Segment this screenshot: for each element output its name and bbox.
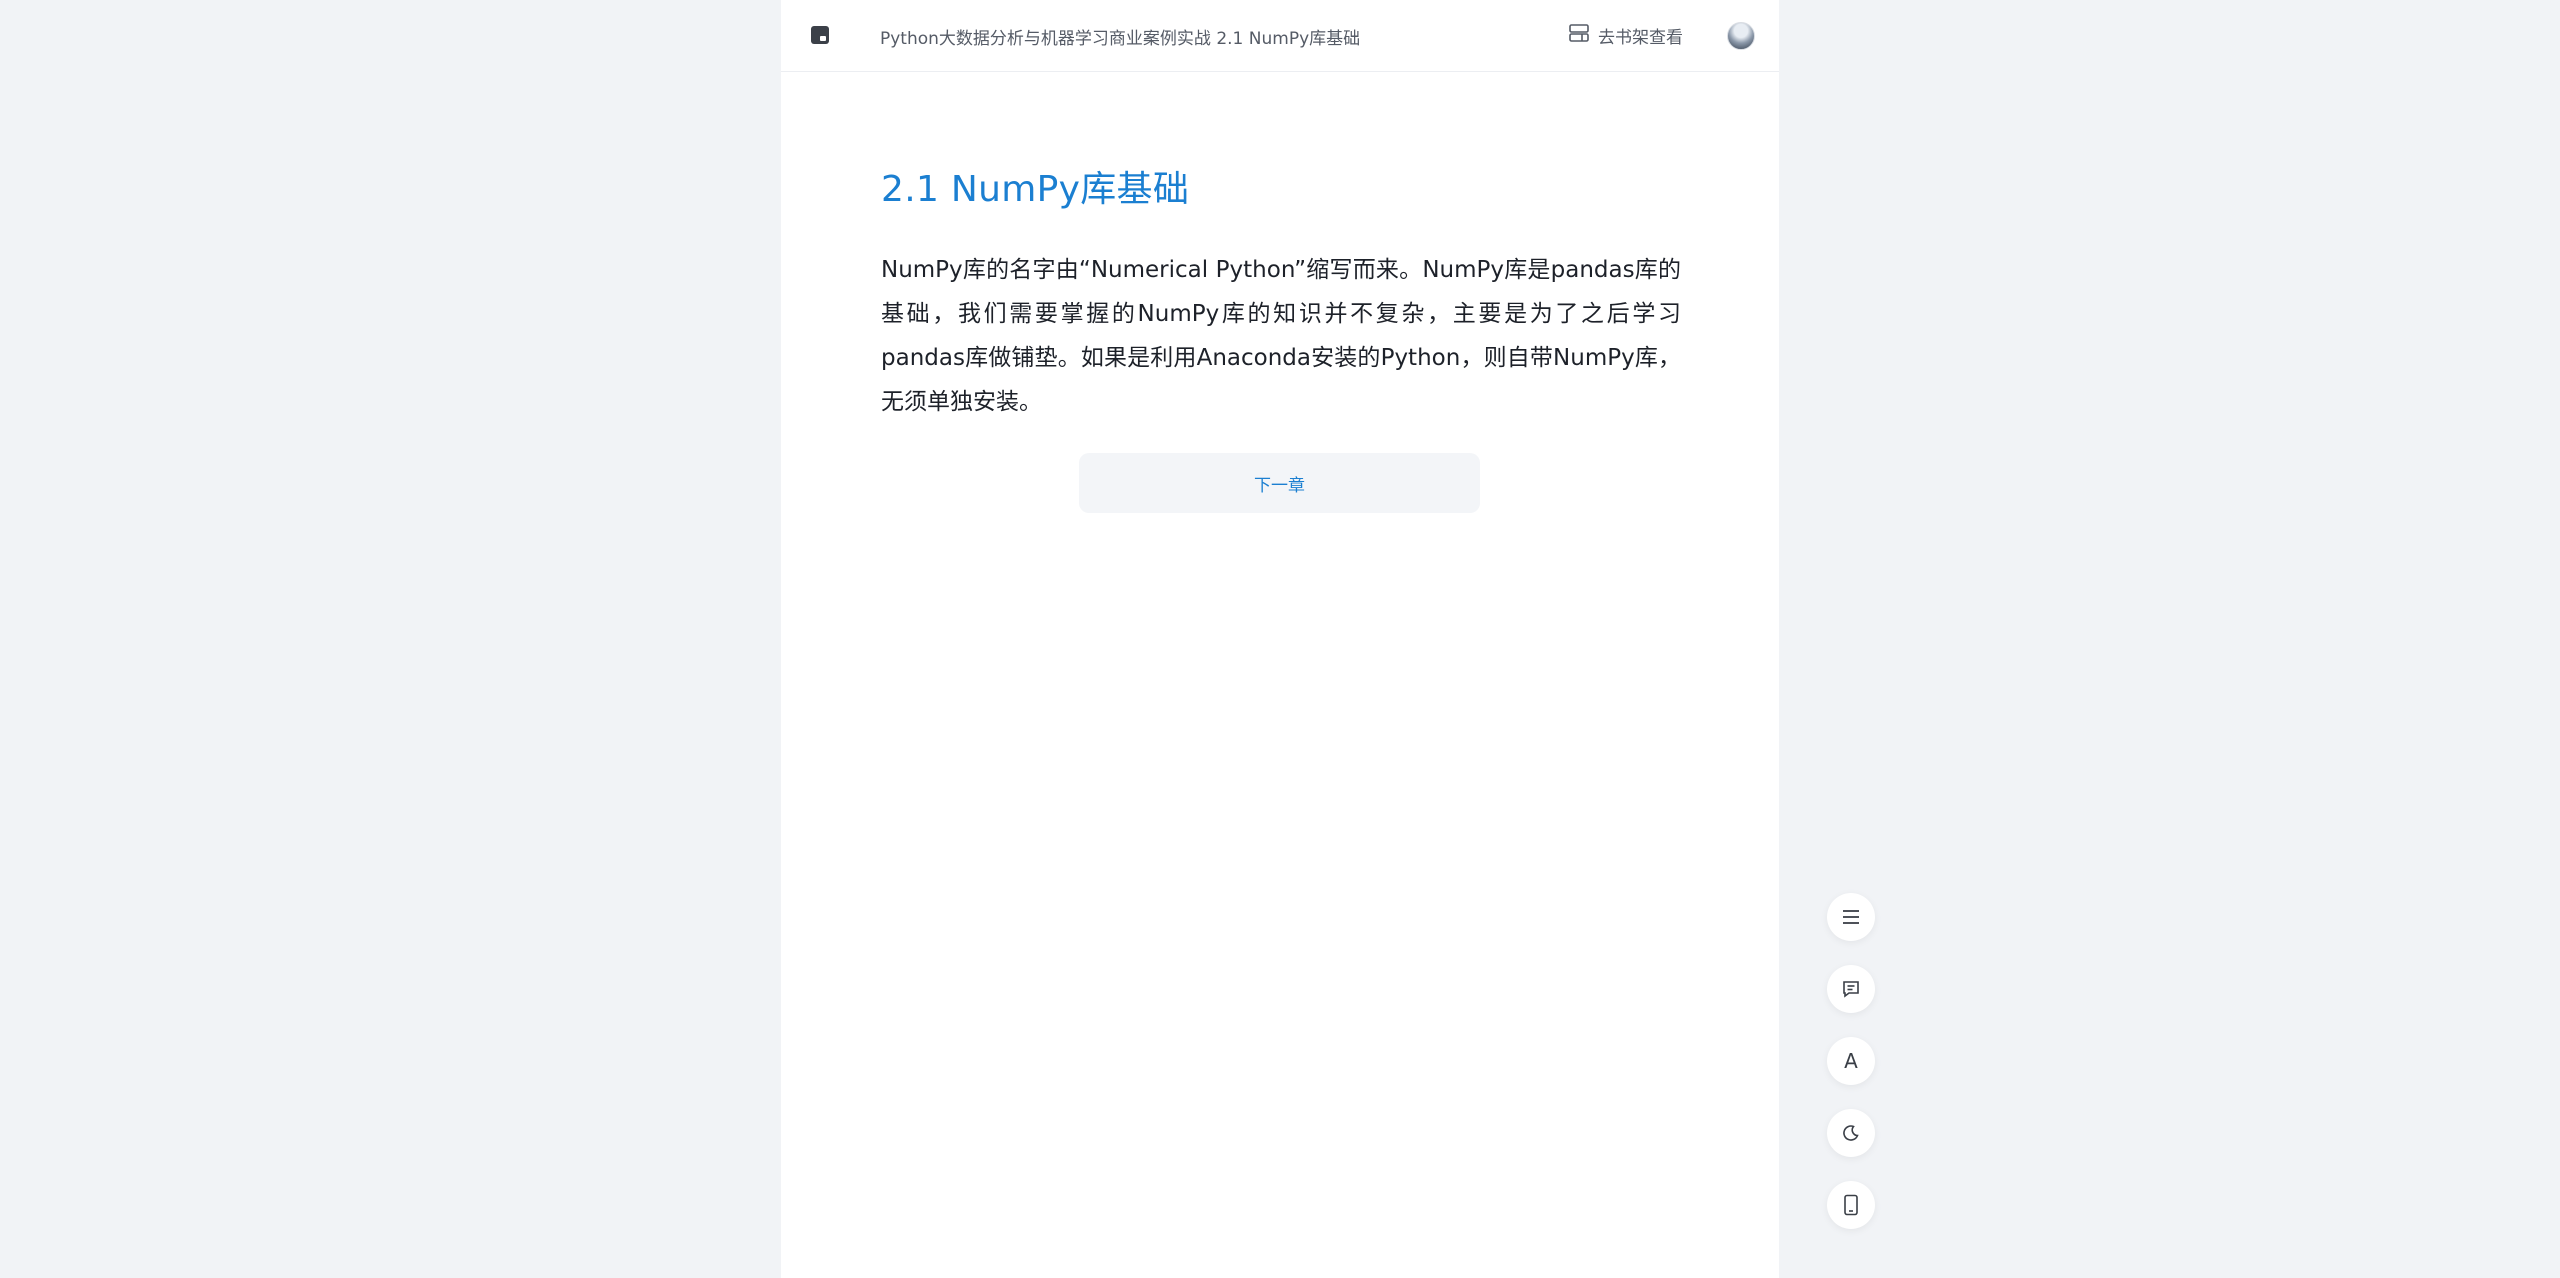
bookshelf-label: 去书架查看 <box>1598 27 1683 48</box>
chapter-content: 2.1 NumPy库基础 NumPy库的名字由“Numerical Python… <box>881 160 1681 424</box>
app-logo-icon[interactable] <box>810 25 830 45</box>
chapter-paragraph: NumPy库的名字由“Numerical Python”缩写而来。NumPy库是… <box>881 257 1681 415</box>
chapter-title: 2.1 NumPy库基础 <box>881 169 1190 210</box>
book-title: Python大数据分析与机器学习商业案例实战 2.1 NumPy库基础 <box>880 29 1361 49</box>
font-size-icon: A <box>1844 1049 1858 1073</box>
go-to-bookshelf-button[interactable]: 去书架查看 <box>1568 23 1683 48</box>
table-of-contents-button[interactable] <box>1827 893 1875 941</box>
mobile-icon <box>1843 1194 1859 1216</box>
notes-button[interactable] <box>1827 965 1875 1013</box>
top-bar: Python大数据分析与机器学习商业案例实战 2.1 NumPy库基础 去书架查… <box>781 0 1779 72</box>
bookshelf-icon <box>1568 23 1590 48</box>
user-avatar[interactable] <box>1727 22 1755 50</box>
reader-panel: Python大数据分析与机器学习商业案例实战 2.1 NumPy库基础 去书架查… <box>781 0 1779 1278</box>
mobile-reading-button[interactable] <box>1827 1181 1875 1229</box>
menu-icon <box>1842 909 1860 925</box>
next-chapter-button[interactable]: 下一章 <box>1079 453 1480 513</box>
comment-icon <box>1841 979 1861 999</box>
dark-mode-button[interactable] <box>1827 1109 1875 1157</box>
dark-mode-icon <box>1841 1123 1861 1143</box>
font-settings-button[interactable]: A <box>1827 1037 1875 1085</box>
